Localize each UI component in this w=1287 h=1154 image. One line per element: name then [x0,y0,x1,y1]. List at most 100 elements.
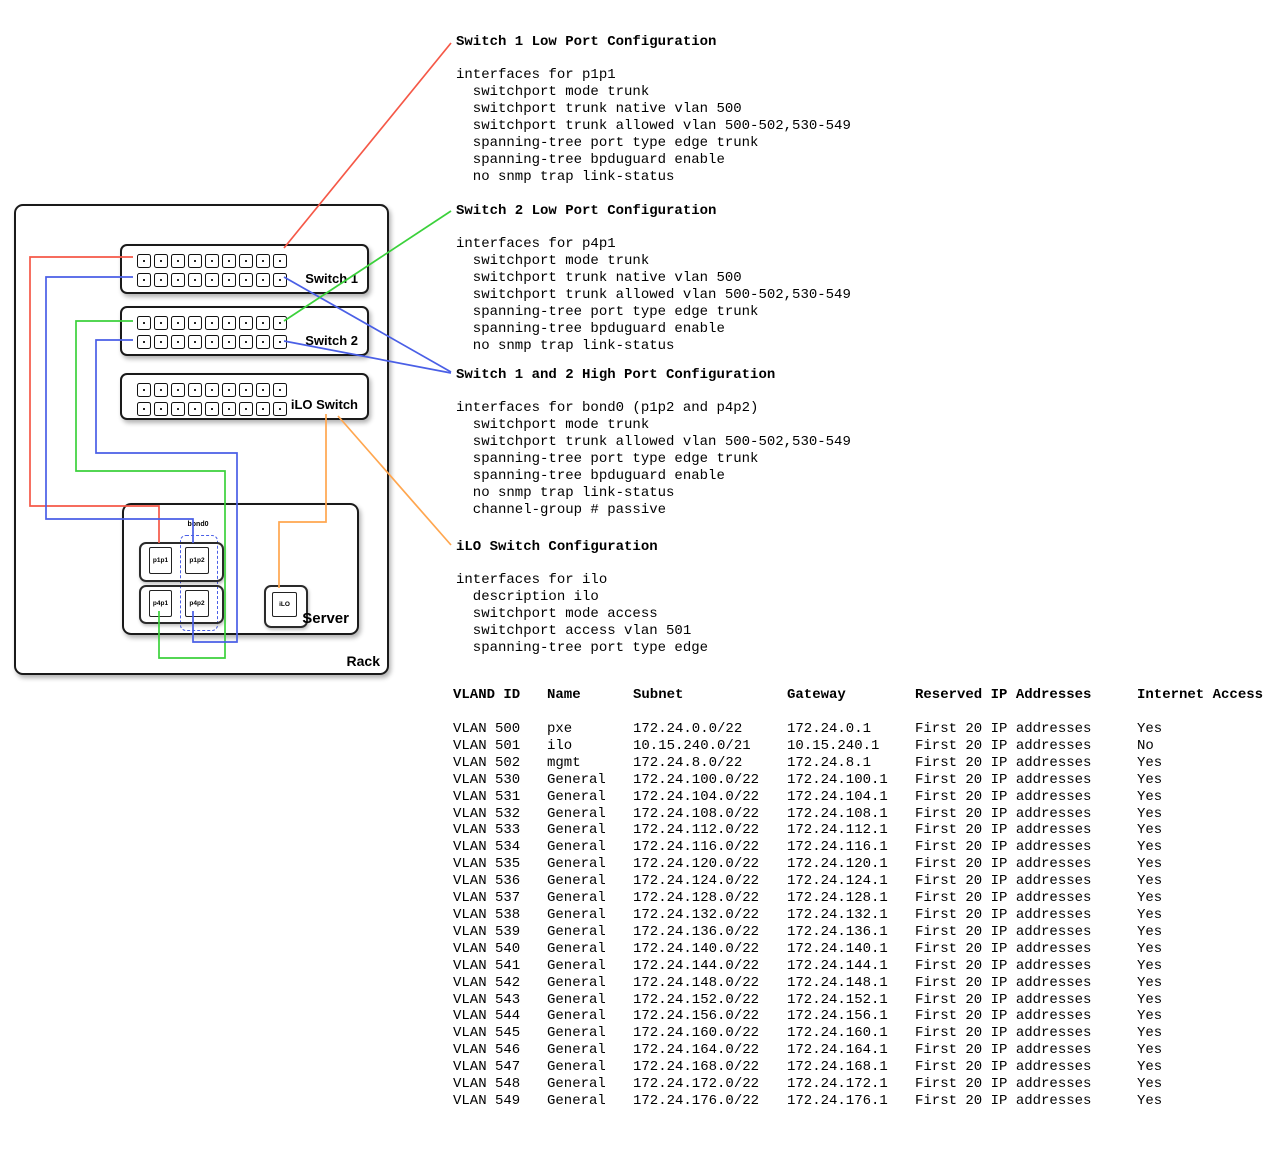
vlan-id-cell: VLAN 537 [453,890,547,907]
vlan-subnet-cell: 172.24.152.0/22 [633,992,787,1009]
config-block-title: Switch 1 Low Port Configuration [456,34,896,51]
config-block: Switch 1 and 2 High Port Configuration i… [456,367,896,519]
switch-port [154,335,168,349]
vlan-internet-cell: Yes [1137,975,1287,992]
switch-port [273,316,287,330]
vlan-id-cell: VLAN 543 [453,992,547,1009]
vlan-subnet-cell: 172.24.108.0/22 [633,806,787,823]
vlan-table-row: VLAN 540 General 172.24.140.0/22 172.24.… [453,941,1287,958]
vlan-reserved-cell: First 20 IP addresses [915,873,1137,890]
vlan-internet-cell: Yes [1137,822,1287,839]
vlan-reserved-cell: First 20 IP addresses [915,1076,1137,1093]
vlan-subnet-cell: 172.24.156.0/22 [633,1008,787,1025]
switch-port [137,383,151,397]
switch-port [239,335,253,349]
vlan-reserved-cell: First 20 IP addresses [915,992,1137,1009]
vlan-gateway-cell: 10.15.240.1 [787,738,915,755]
vlan-subnet-cell: 172.24.0.0/22 [633,721,787,738]
vlan-gateway-cell: 172.24.160.1 [787,1025,915,1042]
vlan-internet-cell: Yes [1137,958,1287,975]
switch-port [171,316,185,330]
vlan-reserved-cell: First 20 IP addresses [915,806,1137,823]
vlan-reserved-cell: First 20 IP addresses [915,721,1137,738]
vlan-reserved-cell: First 20 IP addresses [915,822,1137,839]
vlan-internet-cell: Yes [1137,992,1287,1009]
vlan-name-cell: General [547,1093,633,1110]
config-block: Switch 1 Low Port Configuration interfac… [456,34,896,186]
switch-port [256,335,270,349]
vlan-id-cell: VLAN 540 [453,941,547,958]
vlan-name-cell: General [547,1042,633,1059]
vlan-internet-cell: Yes [1137,856,1287,873]
vlan-table-header: VLAND ID Name Subnet Gateway Reserved IP… [453,687,1287,704]
vlan-gateway-cell: 172.24.100.1 [787,772,915,789]
vlan-table-row: VLAN 532 General 172.24.108.0/22 172.24.… [453,806,1287,823]
switch-port [205,316,219,330]
vlan-id-cell: VLAN 534 [453,839,547,856]
vlan-gateway-cell: 172.24.124.1 [787,873,915,890]
vlan-id-cell: VLAN 536 [453,873,547,890]
vlan-table: VLAND ID Name Subnet Gateway Reserved IP… [453,687,1287,1110]
vlan-header-cell: Subnet [633,687,787,704]
nic-p1p2: p1p2 [185,547,209,574]
vlan-subnet-cell: 172.24.136.0/22 [633,924,787,941]
switch-1-port-row-1 [137,254,287,268]
vlan-reserved-cell: First 20 IP addresses [915,1093,1137,1110]
vlan-internet-cell: Yes [1137,1076,1287,1093]
switch-port [154,383,168,397]
nic-p4p2: p4p2 [185,590,209,617]
vlan-gateway-cell: 172.24.116.1 [787,839,915,856]
vlan-reserved-cell: First 20 IP addresses [915,907,1137,924]
vlan-name-cell: pxe [547,721,633,738]
vlan-table-row: VLAN 535 General 172.24.120.0/22 172.24.… [453,856,1287,873]
vlan-id-cell: VLAN 532 [453,806,547,823]
ilo-switch-port-row-2 [137,402,287,416]
vlan-gateway-cell: 172.24.128.1 [787,890,915,907]
vlan-table-row: VLAN 548 General 172.24.172.0/22 172.24.… [453,1076,1287,1093]
vlan-subnet-cell: 172.24.176.0/22 [633,1093,787,1110]
vlan-name-cell: ilo [547,738,633,755]
switch-2-label: Switch 2 [305,333,358,348]
vlan-internet-cell: Yes [1137,1093,1287,1110]
vlan-gateway-cell: 172.24.168.1 [787,1059,915,1076]
vlan-header-cell: Name [547,687,633,704]
config-block-title: Switch 2 Low Port Configuration [456,203,896,220]
switch-port [171,273,185,287]
vlan-subnet-cell: 10.15.240.0/21 [633,738,787,755]
switch-port [188,316,202,330]
vlan-header-cell: Reserved IP Addresses [915,687,1137,704]
vlan-subnet-cell: 172.24.132.0/22 [633,907,787,924]
switch-port [137,316,151,330]
vlan-id-cell: VLAN 542 [453,975,547,992]
switch-port [188,383,202,397]
vlan-subnet-cell: 172.24.104.0/22 [633,789,787,806]
vlan-table-row: VLAN 531 General 172.24.104.0/22 172.24.… [453,789,1287,806]
vlan-id-cell: VLAN 547 [453,1059,547,1076]
vlan-gateway-cell: 172.24.108.1 [787,806,915,823]
vlan-reserved-cell: First 20 IP addresses [915,924,1137,941]
vlan-gateway-cell: 172.24.152.1 [787,992,915,1009]
ilo-switch-port-row-1 [137,383,287,397]
config-block: iLO Switch Configuration interfaces for … [456,539,896,657]
config-blocks: Switch 1 Low Port Configuration interfac… [456,34,896,657]
vlan-id-cell: VLAN 541 [453,958,547,975]
config-block-title: iLO Switch Configuration [456,539,896,556]
vlan-name-cell: General [547,1076,633,1093]
vlan-reserved-cell: First 20 IP addresses [915,1025,1137,1042]
switch-port [239,402,253,416]
vlan-name-cell: General [547,941,633,958]
ilo-port: iLO [272,592,297,617]
vlan-subnet-cell: 172.24.120.0/22 [633,856,787,873]
vlan-name-cell: General [547,958,633,975]
bond0-label: bond0 [180,521,216,528]
vlan-id-cell: VLAN 538 [453,907,547,924]
switch-port [205,335,219,349]
vlan-reserved-cell: First 20 IP addresses [915,755,1137,772]
vlan-table-row: VLAN 530 General 172.24.100.0/22 172.24.… [453,772,1287,789]
vlan-internet-cell: Yes [1137,890,1287,907]
vlan-table-row: VLAN 501 ilo 10.15.240.0/21 10.15.240.1 … [453,738,1287,755]
vlan-table-row: VLAN 534 General 172.24.116.0/22 172.24.… [453,839,1287,856]
switch-port [222,402,236,416]
switch-port [205,383,219,397]
vlan-table-row: VLAN 537 General 172.24.128.0/22 172.24.… [453,890,1287,907]
